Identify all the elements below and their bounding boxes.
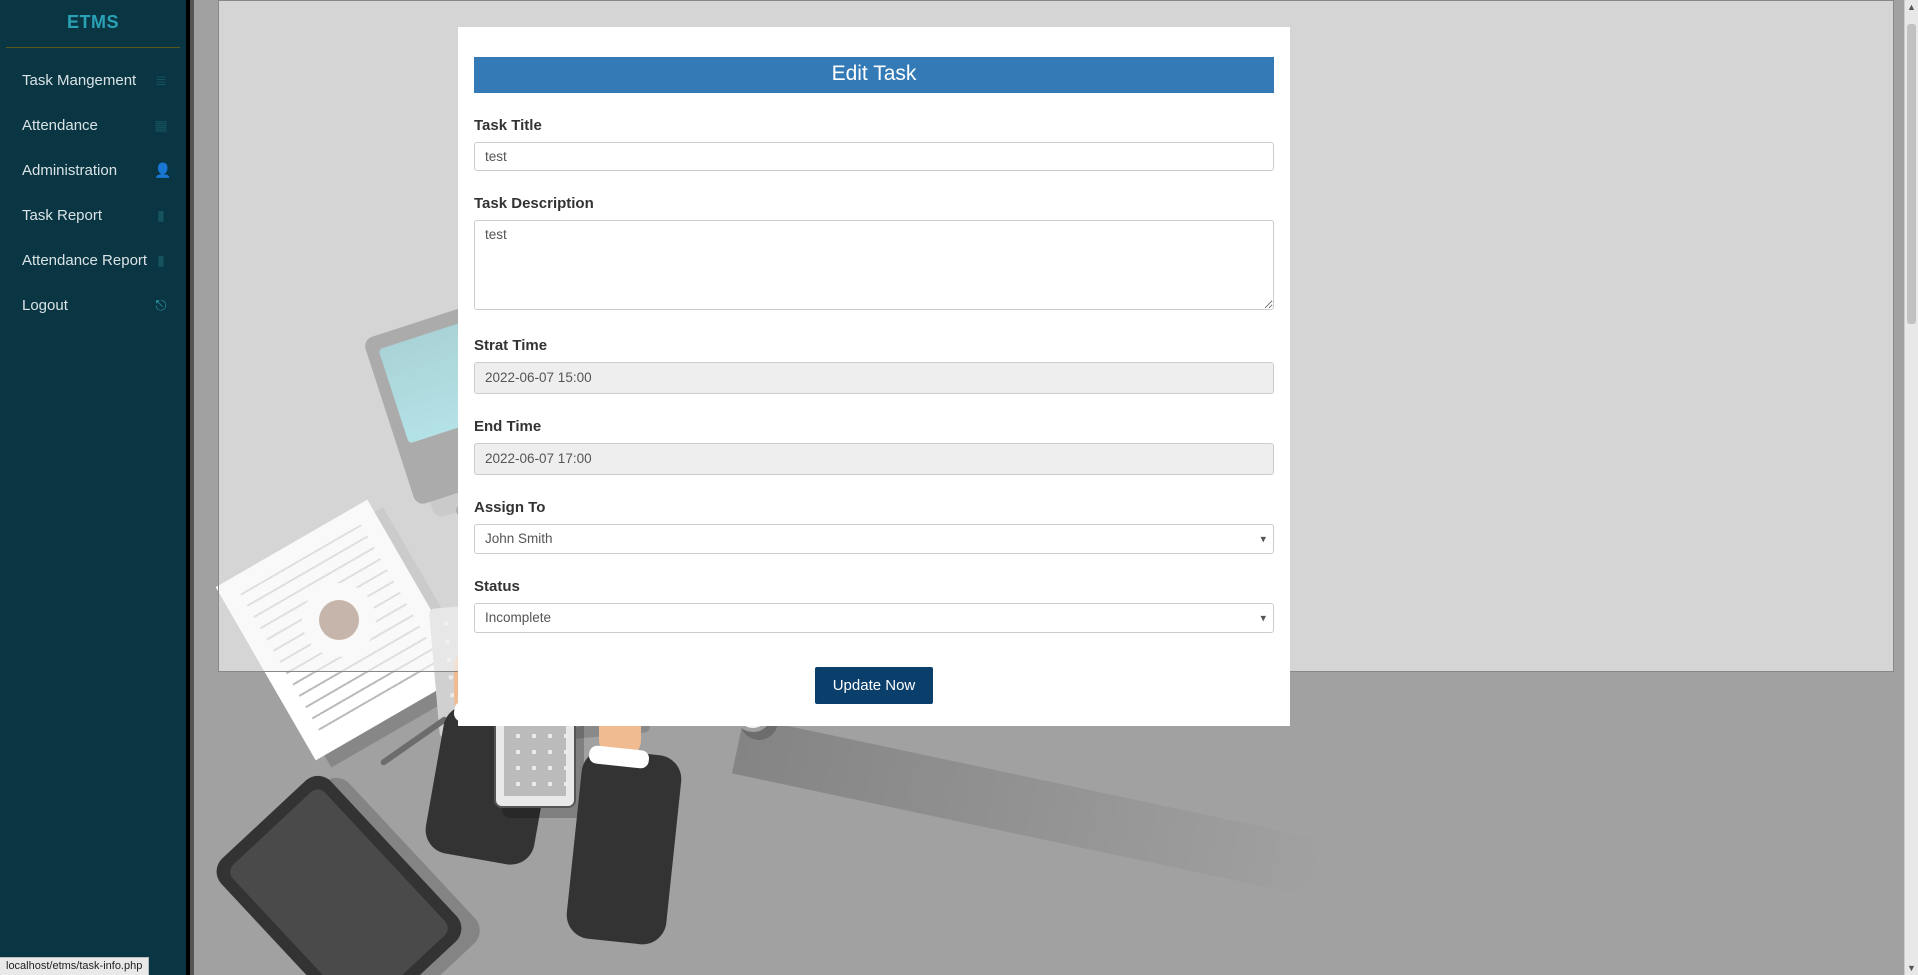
end-time-input[interactable]: 2022-06-07 17:00 xyxy=(474,443,1274,475)
group-task-title: Task Title xyxy=(474,117,1274,171)
group-end-time: End Time 2022-06-07 17:00 xyxy=(474,418,1274,475)
file-icon: ▮ xyxy=(154,252,168,269)
task-description-input[interactable]: test xyxy=(474,220,1274,310)
label-end-time: End Time xyxy=(474,418,1274,435)
file-icon: ▮ xyxy=(154,207,168,224)
tasks-icon: ≣ xyxy=(154,72,168,89)
label-task-description: Task Description xyxy=(474,195,1274,212)
submit-row: Update Now xyxy=(474,667,1274,704)
sidebar-item-label: Task Mangement xyxy=(22,72,136,89)
calendar-icon: ▦ xyxy=(154,117,168,134)
sidebar-item-attendance[interactable]: Attendance ▦ xyxy=(0,103,186,148)
sidebar-item-label: Task Report xyxy=(22,207,102,224)
label-assign-to: Assign To xyxy=(474,499,1274,516)
group-start-time: Strat Time 2022-06-07 15:00 xyxy=(474,337,1274,394)
scroll-down-icon[interactable]: ▼ xyxy=(1905,961,1918,975)
signout-icon: ⎋ xyxy=(154,297,168,314)
scroll-up-icon[interactable]: ▲ xyxy=(1905,0,1918,14)
group-task-description: Task Description test xyxy=(474,195,1274,313)
group-status: Status Incomplete ▾ xyxy=(474,578,1274,633)
sidebar-item-attendance-report[interactable]: Attendance Report ▮ xyxy=(0,238,186,283)
card-heading: Edit Task xyxy=(474,57,1274,93)
label-task-title: Task Title xyxy=(474,117,1274,134)
vertical-scrollbar[interactable]: ▲ ▼ xyxy=(1904,0,1918,975)
sidebar-item-logout[interactable]: Logout ⎋ xyxy=(0,283,186,328)
task-title-input[interactable] xyxy=(474,142,1274,171)
scrollbar-thumb[interactable] xyxy=(1907,24,1916,324)
sidebar-item-label: Administration xyxy=(22,162,117,179)
assign-to-select[interactable]: John Smith xyxy=(474,524,1274,554)
sidebar: ETMS Task Mangement ≣ Attendance ▦ Admin… xyxy=(0,0,190,975)
sidebar-item-label: Logout xyxy=(22,297,68,314)
sidebar-item-administration[interactable]: Administration 👤 xyxy=(0,148,186,193)
start-time-input[interactable]: 2022-06-07 15:00 xyxy=(474,362,1274,394)
status-select[interactable]: Incomplete xyxy=(474,603,1274,633)
sidebar-item-task-report[interactable]: Task Report ▮ xyxy=(0,193,186,238)
bg-shadow-illustration xyxy=(732,717,1331,898)
update-now-button[interactable]: Update Now xyxy=(815,667,934,704)
label-status: Status xyxy=(474,578,1274,595)
brand-title: ETMS xyxy=(6,0,180,48)
main-viewport: Edit Task Task Title Task Description te… xyxy=(194,0,1918,975)
user-icon: 👤 xyxy=(154,162,168,179)
sidebar-item-label: Attendance Report xyxy=(22,252,147,269)
label-start-time: Strat Time xyxy=(474,337,1274,354)
edit-task-card: Edit Task Task Title Task Description te… xyxy=(458,27,1290,726)
browser-status-url: localhost/etms/task-info.php xyxy=(0,957,149,975)
bg-arm-illustration xyxy=(564,747,683,946)
group-assign-to: Assign To John Smith ▾ xyxy=(474,499,1274,554)
sidebar-item-label: Attendance xyxy=(22,117,98,134)
sidebar-item-task-management[interactable]: Task Mangement ≣ xyxy=(0,58,186,103)
